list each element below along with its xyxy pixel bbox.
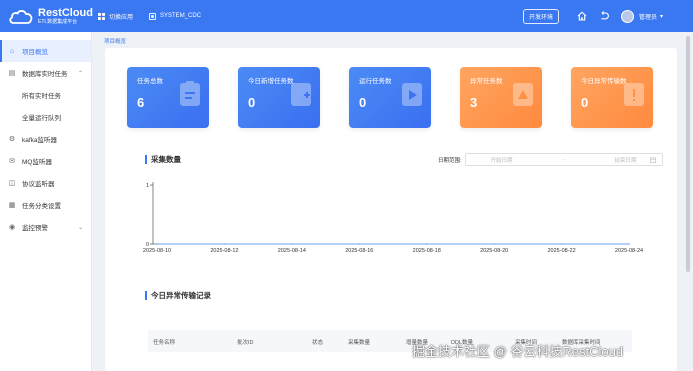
main-content: 任务总数 6 今日新增任务数 0 运行任务数 0 异常任务数 3 今日异常传输数… — [105, 48, 677, 371]
exception-records-title: 今日异常传输记录 — [145, 291, 211, 300]
environment-button[interactable]: 开发环境 — [522, 8, 559, 24]
database-icon: ▤ — [8, 70, 16, 77]
system-selector[interactable]: SYSTEM_CDC — [149, 12, 202, 20]
sidebar-item-all-realtime-tasks[interactable]: 所有实时任务 — [0, 84, 91, 106]
sidebar-item-label: 任务分类设置 — [22, 203, 61, 210]
breadcrumb[interactable]: 项目概览 — [104, 37, 126, 45]
sidebar-item-overview[interactable]: ⌂ 项目概览 — [0, 40, 91, 62]
sidebar-item-label: kafka监听器 — [22, 137, 58, 144]
logo-subtitle: ETL数据集成平台 — [38, 18, 78, 25]
series-point — [560, 243, 563, 245]
sidebar: ⌂ 项目概览 ▤ 数据库实时任务 ⌃ 所有实时任务 全量运行队列 ⚙ kafka… — [0, 32, 92, 371]
switch-app-label: 切换应用 — [109, 14, 134, 21]
chevron-down-icon[interactable]: ▾ — [660, 13, 663, 20]
sidebar-item-label: 所有实时任务 — [22, 93, 61, 100]
sidebar-item-label: MQ监听器 — [22, 159, 52, 166]
x-tick-label: 2025-08-12 — [210, 248, 238, 254]
sidebar-item-task-category[interactable]: ▦ 任务分类设置 — [0, 194, 91, 216]
user-name[interactable]: 管理员 — [639, 12, 657, 21]
page-scrollbar[interactable] — [686, 36, 690, 272]
sidebar-item-label: 协议监听器 — [22, 181, 55, 188]
home-icon: ⌂ — [9, 47, 15, 55]
series-point — [628, 243, 630, 245]
sidebar-item-label: 数据库实时任务 — [22, 71, 68, 78]
home-icon[interactable] — [577, 11, 587, 21]
table-column-header: 任务名称 — [153, 340, 176, 346]
x-tick-label: 2025-08-24 — [615, 248, 643, 254]
watermark: 掘金技术社区 @ 谷云科技RestCloud — [412, 344, 624, 359]
switch-app-button[interactable]: 切换应用 — [98, 12, 133, 21]
chevron-up-icon: ⌃ — [77, 70, 83, 77]
series-point — [358, 243, 361, 245]
sidebar-item-kafka[interactable]: ⚙ kafka监听器 — [0, 128, 91, 150]
x-tick-label: 2025-08-18 — [413, 248, 441, 254]
sidebar-item-label: 项目概览 — [22, 49, 48, 56]
table-column-header: 状态 — [312, 340, 324, 346]
kafka-icon: ⚙ — [8, 136, 16, 143]
sidebar-item-full-queue[interactable]: 全量运行队列 — [0, 106, 91, 128]
sidebar-item-db-realtime[interactable]: ▤ 数据库实时任务 ⌃ — [0, 62, 91, 84]
sidebar-item-protocol[interactable]: ◫ 协议监听器 — [0, 172, 91, 194]
sidebar-item-label: 监控预警 — [22, 225, 48, 232]
grid-icon: ▦ — [8, 202, 16, 209]
series-point — [156, 243, 158, 245]
series-point — [493, 243, 495, 245]
series-point — [425, 243, 428, 245]
x-tick-label: 2025-08-10 — [143, 248, 171, 254]
y-tick-label: 1 — [146, 183, 149, 189]
logo[interactable]: RestCloud ETL数据集成平台 — [0, 6, 93, 25]
collect-count-chart: 102025-08-10 2025-08-12 2025-08-14 2025-08-… — [143, 182, 643, 254]
x-tick-label: 2025-08-16 — [345, 248, 373, 254]
protocol-icon: ◫ — [8, 180, 16, 187]
logo-title: RestCloud — [38, 6, 93, 19]
table-column-header: 采集数量 — [348, 340, 371, 346]
mq-icon: ✉ — [9, 158, 15, 165]
series-point — [223, 243, 226, 245]
x-tick-label: 2025-08-14 — [278, 248, 306, 254]
x-tick-label: 2025-08-20 — [480, 248, 508, 254]
sidebar-item-mq[interactable]: ✉ MQ监听器 — [0, 150, 91, 172]
table-column-header: 批次ID — [237, 340, 254, 346]
app-grid-icon — [98, 12, 105, 20]
system-icon — [149, 12, 157, 20]
sidebar-item-label: 全量运行队列 — [22, 115, 61, 122]
chevron-down-icon: ⌄ — [77, 224, 83, 231]
back-icon[interactable] — [599, 11, 609, 21]
avatar[interactable] — [620, 9, 634, 23]
top-header: RestCloud ETL数据集成平台 切换应用 SYSTEM_CDC 开发环境… — [0, 0, 693, 32]
system-name: SYSTEM_CDC — [160, 13, 202, 19]
alert-icon: ◉ — [8, 224, 16, 231]
x-tick-label: 2025-08-22 — [548, 248, 576, 254]
sidebar-item-monitor[interactable]: ◉ 监控预警 ⌄ — [0, 216, 91, 238]
series-point — [291, 243, 293, 245]
cloud-logo-icon — [8, 8, 34, 25]
